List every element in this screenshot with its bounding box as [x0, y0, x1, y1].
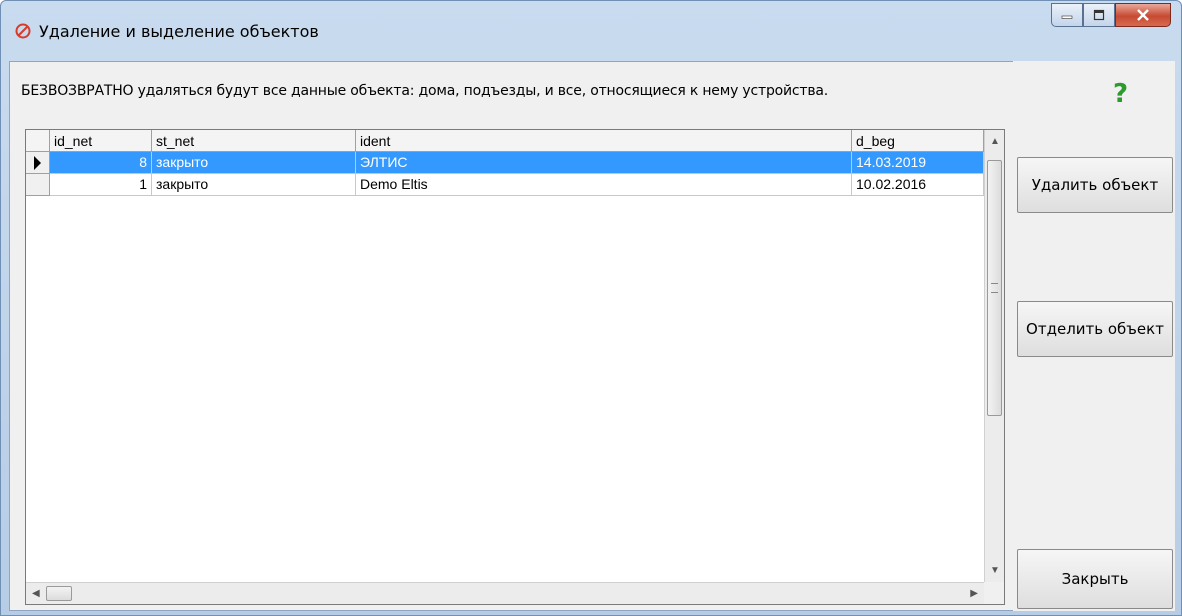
no-entry-icon: [15, 23, 31, 39]
dialog-window: Удаление и выделение объектов БЕЗВОЗВРАТ…: [0, 0, 1182, 616]
scroll-down-arrow-icon[interactable]: ▼: [990, 565, 1000, 576]
warning-text: БЕЗВОЗВРАТНО удаляться будут все данные …: [21, 83, 829, 99]
column-header-d-beg[interactable]: d_beg: [852, 130, 984, 152]
scroll-left-arrow-icon[interactable]: ◀: [32, 588, 40, 599]
cell-st-net[interactable]: закрыто: [152, 174, 356, 196]
table-row[interactable]: 8 закрыто ЭЛТИС 14.03.2019: [26, 152, 984, 174]
header-corner: [26, 130, 50, 152]
close-window-button[interactable]: [1115, 3, 1171, 27]
info-panel: БЕЗВОЗВРАТНО удаляться будут все данные …: [15, 65, 1011, 123]
cell-id-net[interactable]: 1: [50, 174, 152, 196]
minimize-button[interactable]: [1051, 3, 1083, 27]
horizontal-scrollbar[interactable]: ◀ ▶: [26, 582, 984, 604]
cell-ident[interactable]: ЭЛТИС: [356, 152, 852, 174]
objects-table[interactable]: id_net st_net ident d_beg 8 закрыто ЭЛТИ…: [25, 129, 1005, 605]
minimize-icon: [1061, 15, 1073, 19]
current-row-arrow-icon: [34, 156, 41, 170]
delete-object-button[interactable]: Удалить объект: [1017, 157, 1173, 213]
column-header-st-net[interactable]: st_net: [152, 130, 356, 152]
column-header-ident[interactable]: ident: [356, 130, 852, 152]
scroll-right-arrow-icon[interactable]: ▶: [970, 588, 978, 599]
horizontal-scroll-thumb[interactable]: [46, 586, 72, 601]
column-header-id-net[interactable]: id_net: [50, 130, 152, 152]
maximize-icon: [1093, 9, 1105, 21]
vertical-scroll-thumb[interactable]: [987, 160, 1002, 416]
maximize-button[interactable]: [1083, 3, 1115, 27]
help-icon[interactable]: ?: [1113, 79, 1128, 109]
row-indicator[interactable]: [26, 152, 50, 174]
scrollbar-corner: [984, 582, 1004, 604]
title-bar[interactable]: Удаление и выделение объектов: [1, 1, 1181, 61]
cell-st-net[interactable]: закрыто: [152, 152, 356, 174]
row-indicator[interactable]: [26, 174, 50, 196]
separate-object-button[interactable]: Отделить объект: [1017, 301, 1173, 357]
vertical-scrollbar[interactable]: ▲ ▼: [984, 130, 1004, 582]
cell-id-net[interactable]: 8: [50, 152, 152, 174]
window-title: Удаление и выделение объектов: [39, 22, 319, 41]
table-row[interactable]: 1 закрыто Demo Eltis 10.02.2016: [26, 174, 984, 196]
close-button[interactable]: Закрыть: [1017, 549, 1173, 609]
grip-icon: [991, 283, 998, 293]
close-icon: [1137, 9, 1149, 21]
cell-d-beg[interactable]: 14.03.2019: [852, 152, 984, 174]
cell-ident[interactable]: Demo Eltis: [356, 174, 852, 196]
cell-d-beg[interactable]: 10.02.2016: [852, 174, 984, 196]
scroll-up-arrow-icon[interactable]: ▲: [990, 136, 1000, 147]
window-controls: [1051, 3, 1171, 29]
